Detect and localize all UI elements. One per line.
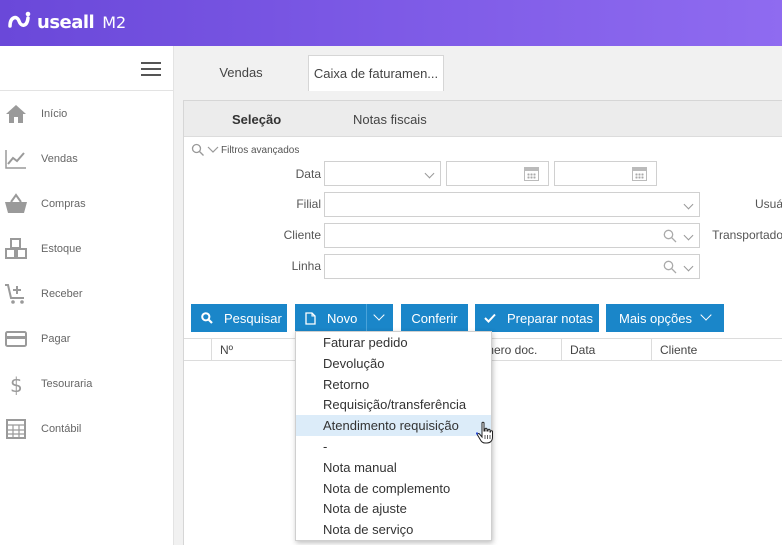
pesquisar-button[interactable]: Pesquisar bbox=[191, 304, 287, 332]
chevron-down-icon bbox=[683, 199, 694, 210]
chevron-down-icon bbox=[683, 230, 694, 241]
column-numero[interactable]: Nº bbox=[211, 339, 291, 360]
advanced-filters-toggle[interactable]: Filtros avançados bbox=[191, 143, 299, 157]
transportadora-label: Transportado bbox=[712, 228, 782, 242]
svg-text:$: $ bbox=[10, 373, 23, 396]
subtab-notas-fiscais[interactable]: Notas fiscais bbox=[353, 101, 427, 137]
chart-line-icon bbox=[5, 149, 26, 169]
linha-field[interactable] bbox=[324, 254, 700, 279]
mais-opcoes-label: Mais opções bbox=[619, 310, 692, 326]
brand-name: useall bbox=[37, 11, 95, 33]
conferir-button[interactable]: Conferir bbox=[401, 304, 468, 332]
filial-select[interactable] bbox=[324, 192, 700, 217]
top-bar: useall M2 bbox=[0, 0, 782, 46]
sidebar-header bbox=[0, 46, 173, 91]
menu-item-nota-ajuste[interactable]: Nota de ajuste bbox=[296, 498, 491, 519]
chevron-down-icon bbox=[700, 309, 712, 321]
subtabs-bar: Seleção Notas fiscais bbox=[184, 101, 782, 137]
novo-button[interactable]: Novo bbox=[295, 304, 393, 332]
sidebar-item-label: Receber bbox=[41, 287, 83, 300]
sidebar-item-tesouraria[interactable]: $ Tesouraria bbox=[0, 361, 173, 406]
search-icon[interactable] bbox=[663, 260, 677, 274]
chevron-down-icon bbox=[683, 261, 694, 272]
sidebar-item-label: Contábil bbox=[41, 422, 82, 435]
sidebar-item-receber[interactable]: Receber bbox=[0, 271, 173, 316]
subtab-selecao[interactable]: Seleção bbox=[232, 101, 281, 137]
sidebar-item-vendas[interactable]: Vendas bbox=[0, 136, 173, 181]
column-numero-doc[interactable]: mero doc. bbox=[484, 339, 561, 360]
data-end-field[interactable] bbox=[554, 161, 657, 186]
sidebar-item-label: Tesouraria bbox=[41, 377, 93, 390]
sidebar-item-estoque[interactable]: Estoque bbox=[0, 226, 173, 271]
logo[interactable]: useall M2 bbox=[7, 9, 126, 35]
menu-item-retorno[interactable]: Retorno bbox=[296, 374, 491, 395]
boxes-icon bbox=[5, 237, 27, 259]
document-icon bbox=[305, 312, 316, 325]
search-icon bbox=[191, 143, 204, 156]
menu-item-nota-servico[interactable]: Nota de serviço bbox=[296, 519, 491, 540]
sidebar-item-inicio[interactable]: Início bbox=[0, 91, 173, 136]
menu-separator: - bbox=[323, 438, 328, 454]
tabs-bar: Vendas Caixa de faturamen... bbox=[174, 46, 782, 91]
calculator-icon bbox=[6, 418, 26, 439]
chevron-down-icon bbox=[207, 146, 219, 153]
filial-label: Filial bbox=[296, 197, 321, 211]
sidebar-item-label: Vendas bbox=[41, 152, 78, 165]
pesquisar-label: Pesquisar bbox=[224, 310, 282, 326]
data-label: Data bbox=[295, 167, 321, 181]
check-icon bbox=[484, 313, 496, 323]
product-name: M2 bbox=[102, 12, 127, 32]
sidebar-item-label: Pagar bbox=[41, 332, 71, 345]
sidebar: Início Vendas Compras Estoque Receber Pa… bbox=[0, 46, 174, 545]
advanced-filters-label: Filtros avançados bbox=[221, 144, 300, 156]
home-icon bbox=[6, 104, 26, 123]
button-divider bbox=[366, 304, 367, 332]
data-period-select[interactable] bbox=[324, 161, 441, 186]
tab-caixa-faturamento[interactable]: Caixa de faturamen... bbox=[308, 55, 444, 91]
usuario-label: Usuá bbox=[754, 197, 782, 211]
search-icon bbox=[201, 312, 213, 324]
sidebar-item-pagar[interactable]: Pagar bbox=[0, 316, 173, 361]
useall-logo-icon bbox=[8, 11, 31, 28]
mais-opcoes-button[interactable]: Mais opções bbox=[606, 304, 724, 332]
sidebar-item-label: Início bbox=[41, 107, 68, 120]
calendar-icon[interactable] bbox=[632, 167, 647, 181]
data-start-field[interactable] bbox=[446, 161, 549, 186]
menu-item-nota-complemento[interactable]: Nota de complemento bbox=[296, 478, 491, 499]
cliente-field[interactable] bbox=[324, 223, 700, 248]
menu-item-devolucao[interactable]: Devolução bbox=[296, 353, 491, 374]
novo-label: Novo bbox=[327, 310, 358, 326]
novo-dropdown-menu: Faturar pedido Devolução Retorno Requisi… bbox=[295, 331, 492, 541]
calendar-icon[interactable] bbox=[524, 167, 539, 181]
preparar-notas-label: Preparar notas bbox=[507, 310, 593, 326]
tab-vendas[interactable]: Vendas bbox=[200, 55, 282, 91]
cliente-label: Cliente bbox=[283, 228, 321, 242]
cart-plus-icon bbox=[5, 283, 24, 304]
column-cliente[interactable]: Cliente bbox=[651, 339, 782, 360]
sidebar-item-compras[interactable]: Compras bbox=[0, 181, 173, 226]
sidebar-item-contabil[interactable]: Contábil bbox=[0, 406, 173, 451]
chevron-down-icon bbox=[424, 168, 435, 179]
sidebar-item-label: Compras bbox=[41, 197, 86, 210]
menu-item-atendimento-requisicao[interactable]: Atendimento requisição bbox=[296, 415, 491, 436]
menu-item-nota-manual[interactable]: Nota manual bbox=[296, 457, 491, 478]
conferir-label: Conferir bbox=[411, 310, 458, 326]
menu-item-requisicao-transferencia[interactable]: Requisição/transferência bbox=[296, 394, 491, 415]
search-icon[interactable] bbox=[663, 229, 677, 243]
column-data[interactable]: Data bbox=[561, 339, 651, 360]
linha-label: Linha bbox=[291, 259, 321, 273]
menu-item-faturar-pedido[interactable]: Faturar pedido bbox=[296, 332, 491, 353]
credit-card-icon bbox=[5, 330, 27, 347]
hand-cursor-icon bbox=[476, 421, 493, 444]
dollar-icon: $ bbox=[10, 373, 23, 396]
chevron-down-icon[interactable] bbox=[373, 309, 385, 321]
preparar-notas-button[interactable]: Preparar notas bbox=[475, 304, 599, 332]
sidebar-item-label: Estoque bbox=[41, 242, 82, 255]
hamburger-icon[interactable] bbox=[141, 62, 161, 76]
basket-icon bbox=[5, 192, 27, 213]
